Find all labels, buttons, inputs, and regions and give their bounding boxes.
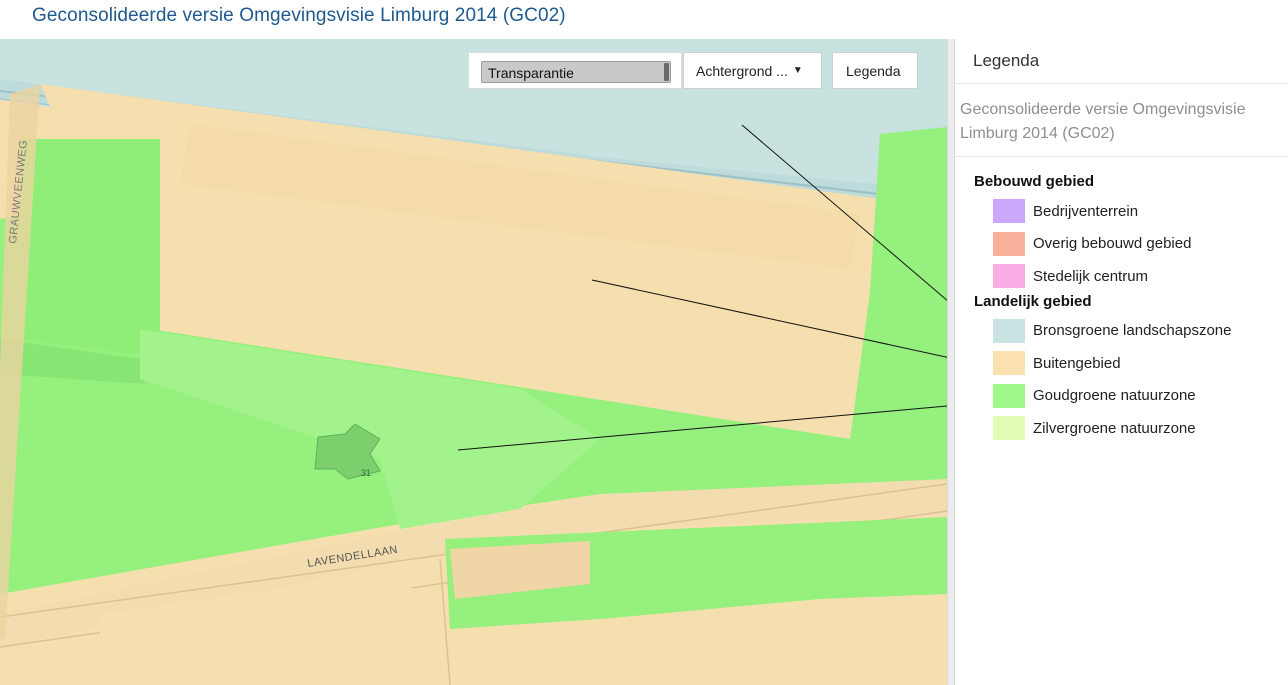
- legend-label: Stedelijk centrum: [1033, 267, 1149, 285]
- legend-subtitle: Geconsolideerde versie Omgevingsvisie Li…: [955, 84, 1288, 157]
- legend-item: Bronsgroene landschapszone: [974, 315, 1288, 348]
- house-number-label: 31: [361, 468, 371, 478]
- legend-header: Legenda: [955, 39, 1288, 84]
- goudgroen-patch-left: [20, 139, 160, 354]
- legend-label: Overig bebouwd gebied: [1033, 235, 1192, 253]
- legend-button[interactable]: Legenda: [832, 52, 918, 89]
- legend-swatch: [993, 231, 1025, 256]
- map-controls: Transparantie Achtergrond ... ▼ Legenda: [468, 52, 918, 89]
- legend-swatch: [993, 416, 1025, 441]
- legend-swatch: [993, 383, 1025, 408]
- legend-body: Bebouwd gebied Bedrijventerrein Overig b…: [955, 157, 1288, 445]
- page-header: Geconsolideerde versie Omgevingsvisie Li…: [0, 0, 1288, 39]
- legend-label: Bedrijventerrein: [1033, 202, 1139, 220]
- legend-label: Buitengebied: [1033, 354, 1121, 372]
- legend-item: Buitengebied: [974, 347, 1288, 380]
- background-dropdown-label: Achtergrond ...: [696, 62, 788, 79]
- legend-panel: Legenda Geconsolideerde versie Omgevings…: [955, 39, 1288, 685]
- legend-item: Zilvergroene natuurzone: [974, 412, 1288, 445]
- legend-item: Bedrijventerrein: [974, 195, 1288, 228]
- legend-swatch: [993, 199, 1025, 224]
- page-title: Geconsolideerde versie Omgevingsvisie Li…: [32, 5, 566, 26]
- legend-group-title: Landelijk gebied: [974, 292, 1092, 310]
- legend-item: Overig bebouwd gebied: [974, 228, 1288, 261]
- panel-splitter[interactable]: [947, 39, 955, 685]
- legend-label: Bronsgroene landschapszone: [1033, 322, 1232, 340]
- map-canvas[interactable]: 31 GRAUWVEENWEG LAVENDELLAAN: [0, 39, 947, 685]
- caret-down-icon: ▼: [792, 65, 803, 76]
- slider-handle[interactable]: [664, 63, 669, 81]
- background-dropdown[interactable]: Achtergrond ... ▼: [683, 52, 822, 89]
- legend-group-title: Bebouwd gebied: [974, 173, 1094, 190]
- map-view[interactable]: 31 GRAUWVEENWEG LAVENDELLAAN Transparant…: [0, 39, 947, 685]
- legend-label: Zilvergroene natuurzone: [1033, 419, 1196, 437]
- transparency-label: Transparantie: [488, 65, 574, 81]
- legend-swatch: [993, 264, 1025, 289]
- legend-item: Goudgroene natuurzone: [974, 380, 1288, 413]
- transparency-control[interactable]: Transparantie: [468, 52, 682, 89]
- legend-item: Stedelijk centrum: [974, 260, 1288, 293]
- transparency-slider[interactable]: Transparantie: [481, 61, 671, 83]
- legend-swatch: [993, 351, 1025, 376]
- legend-button-label: Legenda: [846, 62, 901, 79]
- legend-swatch: [993, 318, 1025, 343]
- legend-label: Goudgroene natuurzone: [1033, 387, 1196, 405]
